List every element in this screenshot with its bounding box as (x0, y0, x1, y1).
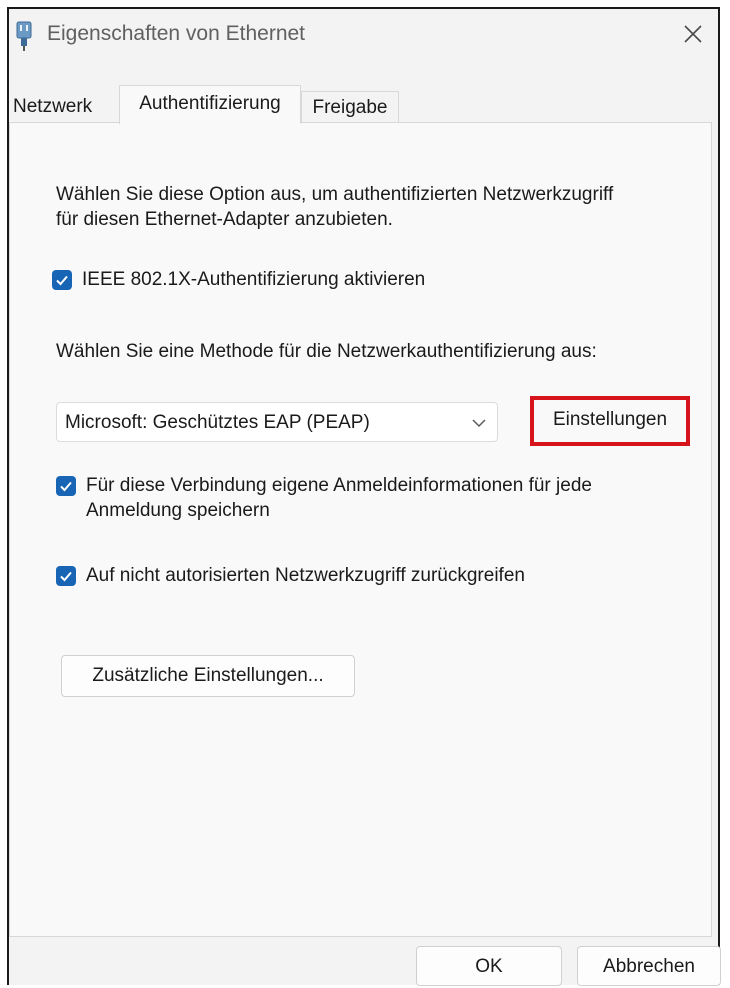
enable-8021x-checkbox[interactable] (52, 270, 72, 290)
checkmark-icon (56, 275, 68, 286)
tab-bar: Netzwerk Authentifizierung Freigabe (9, 85, 718, 124)
tab-freigabe[interactable]: Freigabe (301, 91, 399, 123)
additional-settings-button[interactable]: Zusätzliche Einstellungen... (61, 655, 355, 697)
title-bar: Eigenschaften von Ethernet (9, 9, 718, 67)
enable-8021x-label: IEEE 802.1X-Authentifizierung aktivieren (82, 269, 426, 290)
auth-method-value: Microsoft: Geschütztes EAP (PEAP) (65, 412, 370, 433)
checkmark-icon (60, 481, 72, 492)
method-label: Wählen Sie eine Methode für die Netzwerk… (56, 341, 597, 362)
auth-method-dropdown[interactable]: Microsoft: Geschütztes EAP (PEAP) (56, 402, 498, 442)
highlight-box (530, 396, 690, 446)
fallback-label: Auf nicht autorisierten Netzwerkzugriff … (86, 565, 525, 586)
fallback-checkbox[interactable] (56, 566, 76, 586)
cancel-button[interactable]: Abbrechen (577, 946, 721, 986)
network-adapter-icon (15, 21, 33, 51)
enable-8021x-row: IEEE 802.1X-Authentifizierung aktivieren (52, 267, 425, 292)
ok-button[interactable]: OK (416, 946, 562, 986)
chevron-down-icon (471, 415, 487, 431)
remember-credentials-row: Für diese Verbindung eigene Anmeldeinfor… (56, 473, 676, 523)
fallback-row: Auf nicht autorisierten Netzwerkzugriff … (56, 563, 525, 588)
close-icon (683, 24, 703, 49)
tab-authentifizierung[interactable]: Authentifizierung (119, 85, 301, 124)
ethernet-properties-dialog: Eigenschaften von Ethernet Netzwerk Auth… (7, 7, 721, 986)
remember-credentials-label: Für diese Verbindung eigene Anmeldeinfor… (86, 475, 592, 521)
authentication-panel: Wählen Sie diese Option aus, um authenti… (9, 122, 712, 937)
remember-credentials-checkbox[interactable] (56, 476, 76, 496)
tab-netzwerk[interactable]: Netzwerk (13, 91, 121, 123)
close-button[interactable] (676, 19, 710, 53)
window-title: Eigenschaften von Ethernet (47, 22, 306, 45)
checkmark-icon (60, 571, 72, 582)
intro-text: Wählen Sie diese Option aus, um authenti… (56, 184, 614, 230)
